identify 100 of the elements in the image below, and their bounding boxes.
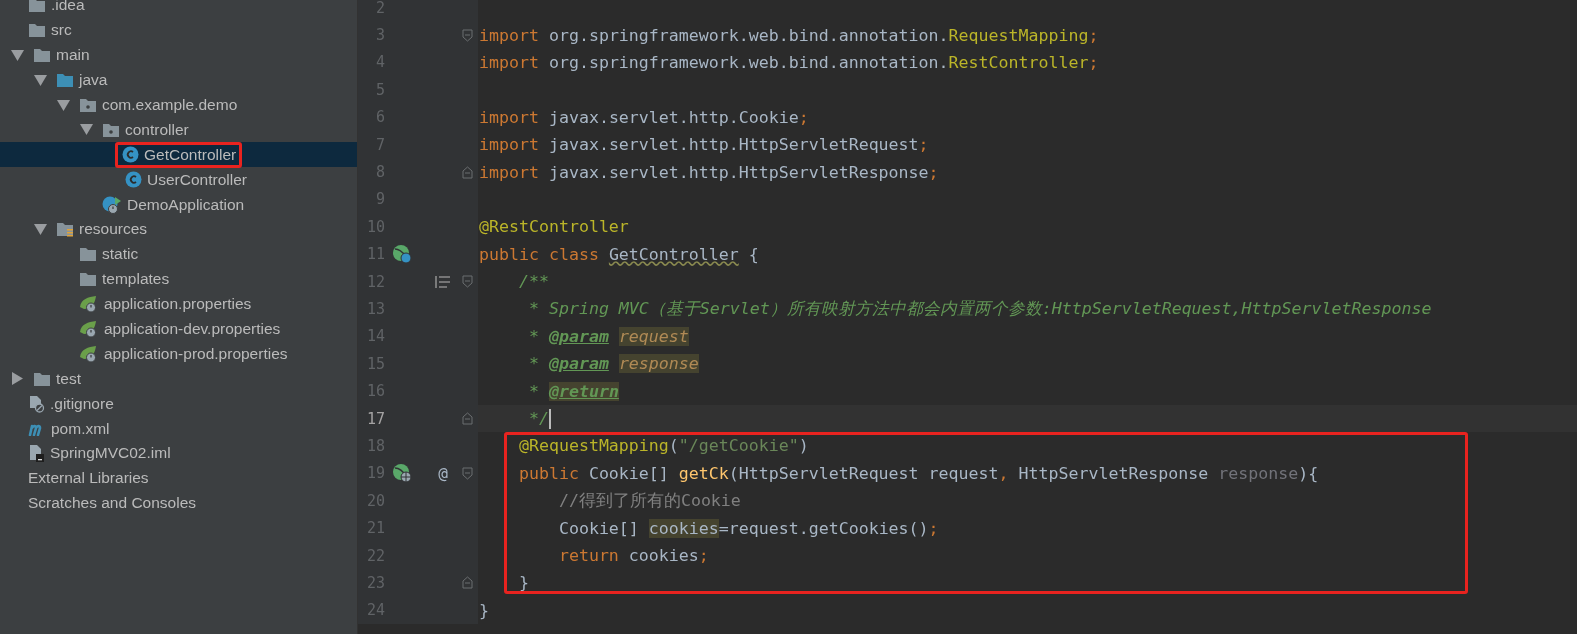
tree-item[interactable]: DemoApplication	[0, 192, 357, 217]
spring-leaf-icon	[79, 344, 99, 363]
folder-icon	[79, 246, 97, 263]
tree-item[interactable]: pom.xml	[0, 416, 357, 442]
folder-icon	[33, 370, 51, 387]
fold-marker-icon[interactable]	[461, 412, 473, 426]
tree-item[interactable]: test	[0, 366, 357, 392]
punctuation: ;	[928, 518, 939, 538]
punctuation: ;	[1088, 25, 1099, 45]
text-cursor	[548, 408, 551, 429]
tree-item[interactable]: controller	[0, 117, 357, 143]
folder-icon	[28, 0, 46, 14]
identifier: Cookie[]	[588, 463, 669, 483]
doc-comment: /**	[517, 272, 549, 292]
bean-icon[interactable]	[392, 244, 412, 265]
tree-item[interactable]: Scratches and Consoles	[0, 490, 357, 516]
identifier: {	[748, 244, 759, 264]
identifier: cookies	[648, 518, 719, 538]
identifier: }	[517, 573, 529, 593]
tree-item[interactable]: static	[0, 241, 357, 267]
implements-marker[interactable]: @	[438, 463, 448, 483]
web-endpoint-icon[interactable]	[392, 463, 412, 484]
spring-leaf-icon	[79, 295, 99, 314]
doc-comment: *	[527, 326, 539, 346]
tree-item[interactable]: com.example.demo	[0, 92, 357, 118]
punctuation: ;	[928, 162, 939, 182]
identifier: GetController	[608, 244, 739, 264]
ignored-file-icon	[28, 394, 45, 413]
identifier: javax.servlet.http.Cookie	[548, 107, 799, 127]
doc-comment: *	[527, 381, 539, 401]
punctuation: ,	[998, 463, 1009, 483]
collapse-arrow-icon[interactable]	[34, 74, 47, 86]
identifier: Cookie[]	[557, 518, 639, 538]
annotation: @RestController	[479, 217, 629, 237]
doc-comment: *	[527, 354, 539, 374]
module-file-icon	[28, 444, 45, 463]
doc-tag: @param	[548, 326, 609, 346]
tree-item[interactable]: .idea	[0, 0, 357, 18]
spring-leaf-icon	[79, 320, 99, 339]
doc-comment: * Spring MVC（基于Servlet）所有映射方法中都会内置两个参数:HttpServletRequest,HttpServletResponse	[527, 298, 1432, 320]
method-name: getCk	[678, 463, 729, 483]
class-icon	[122, 146, 139, 164]
tree-item[interactable]: application-dev.properties	[0, 316, 357, 342]
tree-item[interactable]: External Libraries	[0, 465, 357, 491]
identifier: }	[479, 600, 489, 620]
collapse-arrow-icon[interactable]	[34, 223, 47, 235]
identifier: org.springframework.web.bind.annotation.	[548, 25, 949, 45]
folder-icon	[33, 47, 51, 64]
keyword: public class	[479, 244, 599, 264]
tree-item[interactable]: resources	[0, 217, 357, 242]
punctuation: ;	[1088, 52, 1099, 72]
tree-item[interactable]: templates	[0, 266, 357, 292]
tree-item[interactable]: application.properties	[0, 291, 357, 317]
keyword: import	[479, 135, 539, 155]
identifier: javax.servlet.http.HttpServletRequest	[548, 135, 919, 155]
folder-icon	[56, 72, 74, 89]
tree-item[interactable]: .gitignore	[0, 391, 357, 417]
fold-marker-icon[interactable]	[461, 165, 473, 179]
collapse-arrow-icon[interactable]	[11, 49, 24, 61]
expand-arrow-icon[interactable]	[12, 372, 23, 386]
doc-param: request	[618, 326, 689, 346]
identifier: cookies	[628, 546, 699, 565]
doc-comment: */	[527, 409, 549, 429]
identifier: )	[798, 436, 809, 456]
keyword: public	[517, 463, 579, 483]
doc-param: response	[618, 354, 699, 374]
annotation: RequestMapping	[948, 25, 1089, 45]
folder-icon	[28, 22, 46, 39]
identifier: ){	[1298, 463, 1319, 483]
fold-marker-icon[interactable]	[461, 275, 473, 289]
unused-parameter: response	[1218, 463, 1299, 483]
fold-marker-icon[interactable]	[461, 576, 473, 590]
tree-item[interactable]: UserController	[0, 167, 357, 193]
tree-item[interactable]: main	[0, 42, 357, 68]
fold-marker-icon[interactable]	[461, 466, 473, 480]
tree-item[interactable]: GetController	[0, 142, 357, 168]
fold-marker-icon[interactable]	[461, 28, 473, 42]
package-icon	[79, 97, 97, 113]
line-number: 17	[365, 409, 386, 428]
collapse-arrow-icon[interactable]	[57, 99, 70, 111]
package-icon	[102, 121, 120, 138]
identifier: (	[668, 436, 679, 456]
doc-tag: @return	[548, 381, 619, 401]
tree-item[interactable]: src	[0, 17, 357, 43]
tree-item[interactable]: application-prod.properties	[0, 341, 357, 367]
punctuation: ;	[918, 135, 929, 155]
doc-tag: @param	[548, 354, 609, 374]
spring-class-icon	[102, 195, 122, 214]
annotation: @RequestMapping	[517, 436, 669, 456]
tree-item[interactable]: java	[0, 67, 357, 93]
class-icon	[125, 171, 142, 189]
keyword: return	[557, 546, 619, 565]
doc-render-icon[interactable]	[435, 274, 451, 289]
punctuation: ;	[798, 107, 809, 127]
tree-item[interactable]: SpringMVC02.iml	[0, 441, 357, 466]
comment: //得到了所有的Cookie	[557, 489, 741, 512]
keyword: import	[479, 52, 539, 72]
keyword: import	[479, 162, 539, 182]
collapse-arrow-icon[interactable]	[80, 124, 93, 136]
string-literal: "/getCookie"	[678, 436, 799, 456]
